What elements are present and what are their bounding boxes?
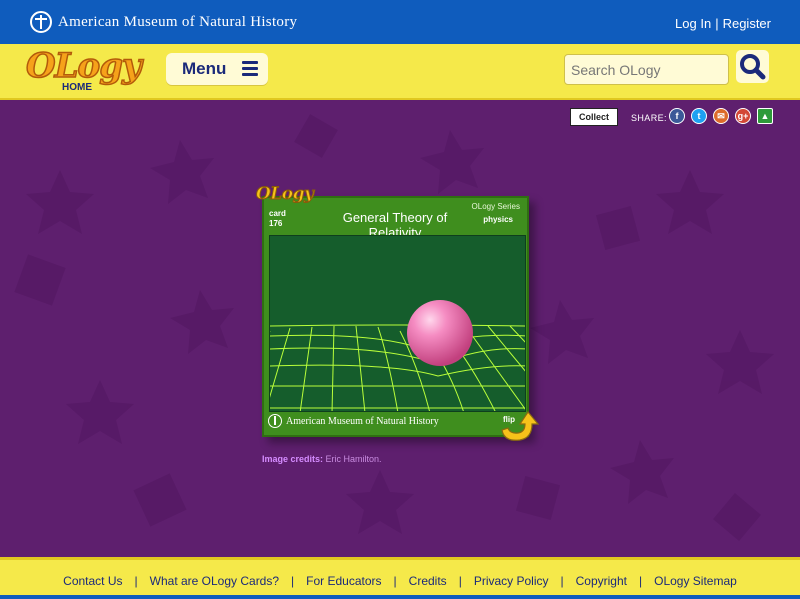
menu-label: Menu (182, 59, 227, 78)
card-number: 176 (269, 219, 283, 228)
twitter-icon[interactable]: t (691, 108, 707, 124)
card-footer-org: American Museum of Natural History (286, 415, 439, 427)
amnh-logo[interactable]: American Museum of Natural History (30, 11, 297, 33)
footer-link-privacy-policy[interactable]: Privacy Policy (462, 574, 561, 588)
card-illustration (269, 235, 526, 412)
search-button[interactable] (736, 50, 769, 83)
email-icon[interactable]: ✉ (713, 108, 729, 124)
hamburger-icon (242, 61, 258, 76)
ology-home-label: HOME (60, 82, 94, 93)
amnh-mark-icon (30, 11, 52, 33)
footer-link-ology-sitemap[interactable]: OLogy Sitemap (642, 574, 749, 588)
footer-link-copyright[interactable]: Copyright (564, 574, 639, 588)
footer-bottom-bar (0, 595, 800, 599)
collect-button[interactable]: Collect (570, 108, 618, 126)
menu-button[interactable]: Menu (166, 53, 268, 85)
footer-link-credits[interactable]: Credits (397, 574, 459, 588)
classroom-icon[interactable]: ▲ (757, 108, 773, 124)
card-series: OLogy Series (471, 202, 520, 211)
register-link[interactable]: Register (723, 16, 771, 31)
amnh-org-name: American Museum of Natural History (58, 13, 298, 30)
login-link[interactable]: Log In (675, 16, 711, 31)
ology-logo-text: OLogy (25, 45, 142, 87)
search-icon (740, 54, 766, 80)
auth-links: Log In | Register (675, 16, 771, 31)
top-bar: American Museum of Natural History Log I… (0, 0, 800, 44)
google-plus-icon[interactable]: g+ (735, 108, 751, 124)
site-header: OLogy HOME Menu (0, 44, 800, 100)
card-subject: physics (483, 215, 513, 224)
ology-home-logo[interactable]: OLogy HOME (25, 45, 142, 106)
image-credits-label: Image credits: (262, 454, 324, 464)
card-word: card (269, 209, 286, 218)
auth-separator: | (715, 16, 719, 31)
image-credits-value: Eric Hamilton. (325, 454, 382, 464)
footer-links: Contact Us | What are OLogy Cards? | For… (0, 574, 800, 588)
card-ology-logo: OLogy (255, 184, 314, 205)
search-input[interactable] (564, 54, 729, 85)
card-title: General Theory of Relativity (342, 210, 448, 236)
footer-link-for-educators[interactable]: For Educators (294, 574, 393, 588)
card-footer: American Museum of Natural History (268, 414, 439, 428)
ology-card[interactable]: OLogy card 176 OLogy Series physics Gene… (255, 184, 529, 437)
flip-arrow-icon[interactable] (498, 408, 544, 444)
facebook-icon[interactable]: f (669, 108, 685, 124)
site-footer: Contact Us | What are OLogy Cards? | For… (0, 557, 800, 599)
image-credits: Image credits: Eric Hamilton. (262, 454, 382, 464)
card-number-label: card 176 (269, 209, 286, 229)
footer-link-what-are-ology-cards[interactable]: What are OLogy Cards? (138, 574, 291, 588)
share-label: SHARE: (631, 113, 667, 123)
amnh-mark-icon (268, 414, 282, 428)
footer-link-contact-us[interactable]: Contact Us (51, 574, 134, 588)
